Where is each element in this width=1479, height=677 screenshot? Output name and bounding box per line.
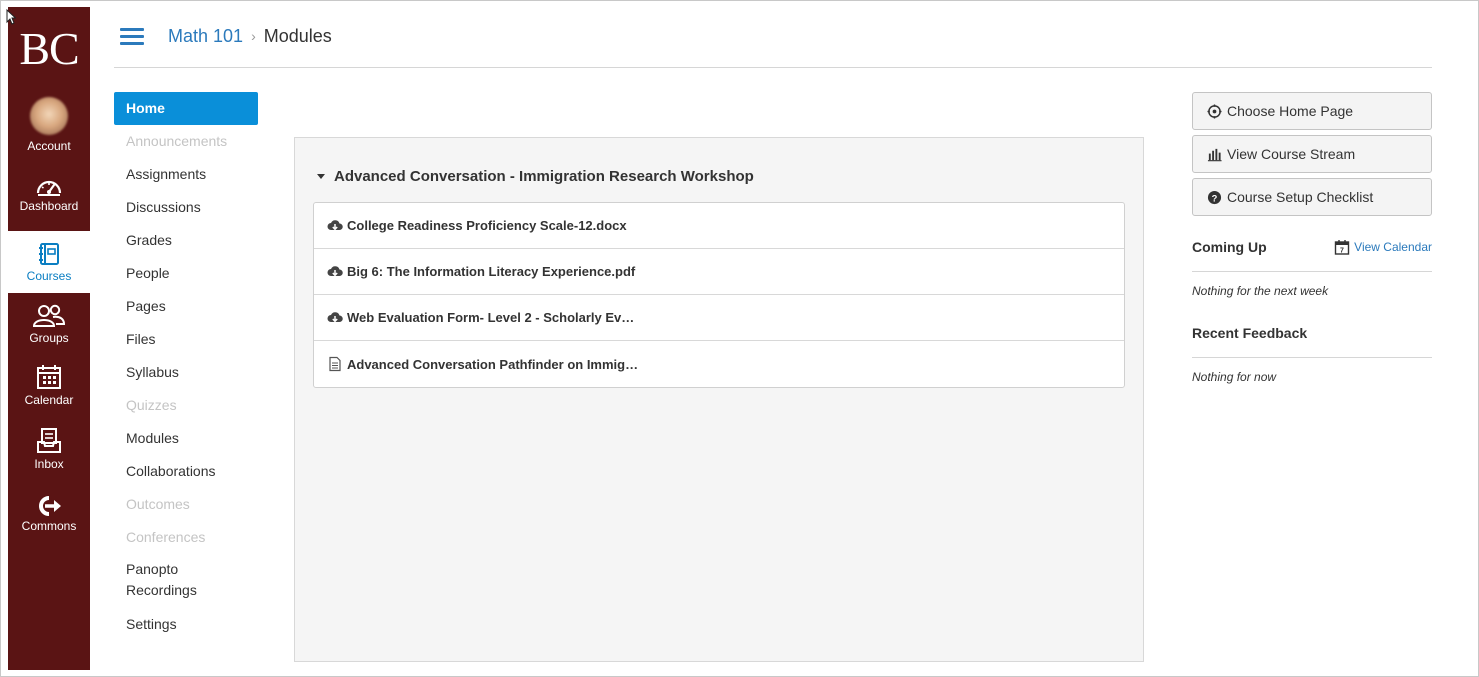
global-nav-courses[interactable]: Courses — [8, 231, 90, 293]
right-sidebar: Choose Home Page View Course Stream ? Co… — [1192, 92, 1432, 384]
button-label: Course Setup Checklist — [1227, 189, 1374, 205]
download-cloud-icon — [327, 219, 343, 230]
download-cloud-icon — [327, 265, 343, 276]
course-setup-checklist-button[interactable]: ? Course Setup Checklist — [1192, 178, 1432, 216]
coming-up-empty: Nothing for the next week — [1192, 284, 1329, 298]
course-nav-grades[interactable]: Grades — [114, 224, 258, 257]
global-nav-groups[interactable]: Groups — [8, 303, 90, 355]
module-item-title[interactable]: College Readiness Proficiency Scale-12.d… — [347, 218, 627, 233]
course-nav-collaborations[interactable]: Collaborations — [114, 455, 258, 488]
commons-icon — [39, 496, 61, 516]
breadcrumb-separator: › — [251, 28, 256, 44]
module-item[interactable]: College Readiness Proficiency Scale-12.d… — [314, 203, 1124, 249]
modules-content: Advanced Conversation - Immigration Rese… — [294, 137, 1144, 662]
course-nav-panopto-recordings[interactable]: Panopto Recordings — [114, 554, 258, 608]
page-icon — [329, 356, 341, 372]
module-item[interactable]: Web Evaluation Form- Level 2 - Scholarly… — [314, 295, 1124, 341]
collapse-caret-icon[interactable] — [317, 174, 325, 179]
view-calendar-label: View Calendar — [1354, 240, 1432, 254]
header-divider — [114, 67, 1432, 68]
course-nav: Home Announcements Assignments Discussio… — [114, 92, 258, 641]
global-nav-commons[interactable]: Commons — [8, 495, 90, 543]
coming-up-title: Coming Up — [1192, 239, 1267, 255]
global-nav: BC Account Dashboard Courses Groups Cale… — [8, 7, 90, 670]
courses-icon — [39, 243, 59, 265]
target-icon — [1207, 103, 1222, 119]
module-item-title[interactable]: Advanced Conversation Pathfinder on Immi… — [347, 357, 638, 372]
svg-text:?: ? — [1212, 193, 1218, 203]
course-nav-modules[interactable]: Modules — [114, 422, 258, 455]
course-nav-home[interactable]: Home — [114, 92, 258, 125]
module-item[interactable]: Advanced Conversation Pathfinder on Immi… — [314, 341, 1124, 387]
breadcrumb-course-link[interactable]: Math 101 — [168, 26, 243, 46]
course-nav-label-line2: Recordings — [126, 582, 197, 598]
button-label: View Course Stream — [1227, 146, 1356, 162]
course-nav-outcomes[interactable]: Outcomes — [114, 488, 258, 521]
avatar — [30, 97, 68, 135]
global-nav-label: Courses — [26, 269, 72, 283]
window-frame: BC Account Dashboard Courses Groups Cale… — [0, 0, 1479, 677]
course-nav-syllabus[interactable]: Syllabus — [114, 356, 258, 389]
download-cloud-icon — [327, 311, 343, 322]
menu-icon[interactable] — [120, 28, 144, 46]
module-item[interactable]: Big 6: The Information Literacy Experien… — [314, 249, 1124, 295]
course-nav-quizzes[interactable]: Quizzes — [114, 389, 258, 422]
inbox-icon — [37, 428, 61, 453]
module-title: Advanced Conversation - Immigration Rese… — [334, 168, 754, 185]
course-nav-discussions[interactable]: Discussions — [114, 191, 258, 224]
groups-icon — [32, 304, 66, 327]
global-nav-calendar[interactable]: Calendar — [8, 363, 90, 419]
choose-home-page-button[interactable]: Choose Home Page — [1192, 92, 1432, 130]
module-item-title[interactable]: Big 6: The Information Literacy Experien… — [347, 264, 635, 279]
global-nav-label: Groups — [29, 331, 69, 345]
global-nav-label: Commons — [21, 519, 77, 533]
module-items-list: College Readiness Proficiency Scale-12.d… — [313, 202, 1125, 388]
module-header[interactable]: Advanced Conversation - Immigration Rese… — [317, 168, 754, 185]
global-nav-inbox[interactable]: Inbox — [8, 427, 90, 483]
global-nav-label: Account — [27, 139, 71, 153]
course-nav-assignments[interactable]: Assignments — [114, 158, 258, 191]
course-nav-pages[interactable]: Pages — [114, 290, 258, 323]
recent-feedback-title: Recent Feedback — [1192, 325, 1308, 341]
global-nav-label: Dashboard — [19, 199, 79, 213]
calendar-small-icon: 7 — [1334, 240, 1350, 255]
course-nav-announcements[interactable]: Announcements — [114, 125, 258, 158]
dashboard-icon — [36, 180, 62, 196]
breadcrumb-current: Modules — [263, 26, 332, 46]
recent-feedback-empty: Nothing for now — [1192, 370, 1277, 384]
module-item-title[interactable]: Web Evaluation Form- Level 2 - Scholarly… — [347, 310, 634, 325]
mouse-cursor-icon — [6, 9, 16, 25]
view-calendar-link[interactable]: 7 View Calendar — [1334, 236, 1432, 258]
course-nav-people[interactable]: People — [114, 257, 258, 290]
course-nav-label-line1: Panopto — [126, 561, 179, 577]
svg-text:7: 7 — [1340, 248, 1344, 255]
view-course-stream-button[interactable]: View Course Stream — [1192, 135, 1432, 173]
global-nav-account[interactable]: Account — [8, 97, 90, 159]
recent-feedback-header: Recent Feedback — [1192, 322, 1432, 358]
course-nav-files[interactable]: Files — [114, 323, 258, 356]
help-circle-icon: ? — [1207, 190, 1222, 204]
global-nav-dashboard[interactable]: Dashboard — [8, 175, 90, 227]
course-nav-settings[interactable]: Settings — [114, 608, 258, 641]
button-label: Choose Home Page — [1227, 103, 1354, 119]
institution-logo[interactable]: BC — [8, 23, 90, 75]
breadcrumb: Math 101 › Modules — [168, 26, 332, 47]
course-nav-conferences[interactable]: Conferences — [114, 521, 258, 554]
calendar-icon — [37, 365, 61, 389]
global-nav-label: Calendar — [24, 393, 74, 407]
coming-up-header: Coming Up 7 View Calendar — [1192, 236, 1432, 272]
global-nav-label: Inbox — [34, 457, 64, 471]
stream-bars-icon — [1207, 148, 1222, 161]
